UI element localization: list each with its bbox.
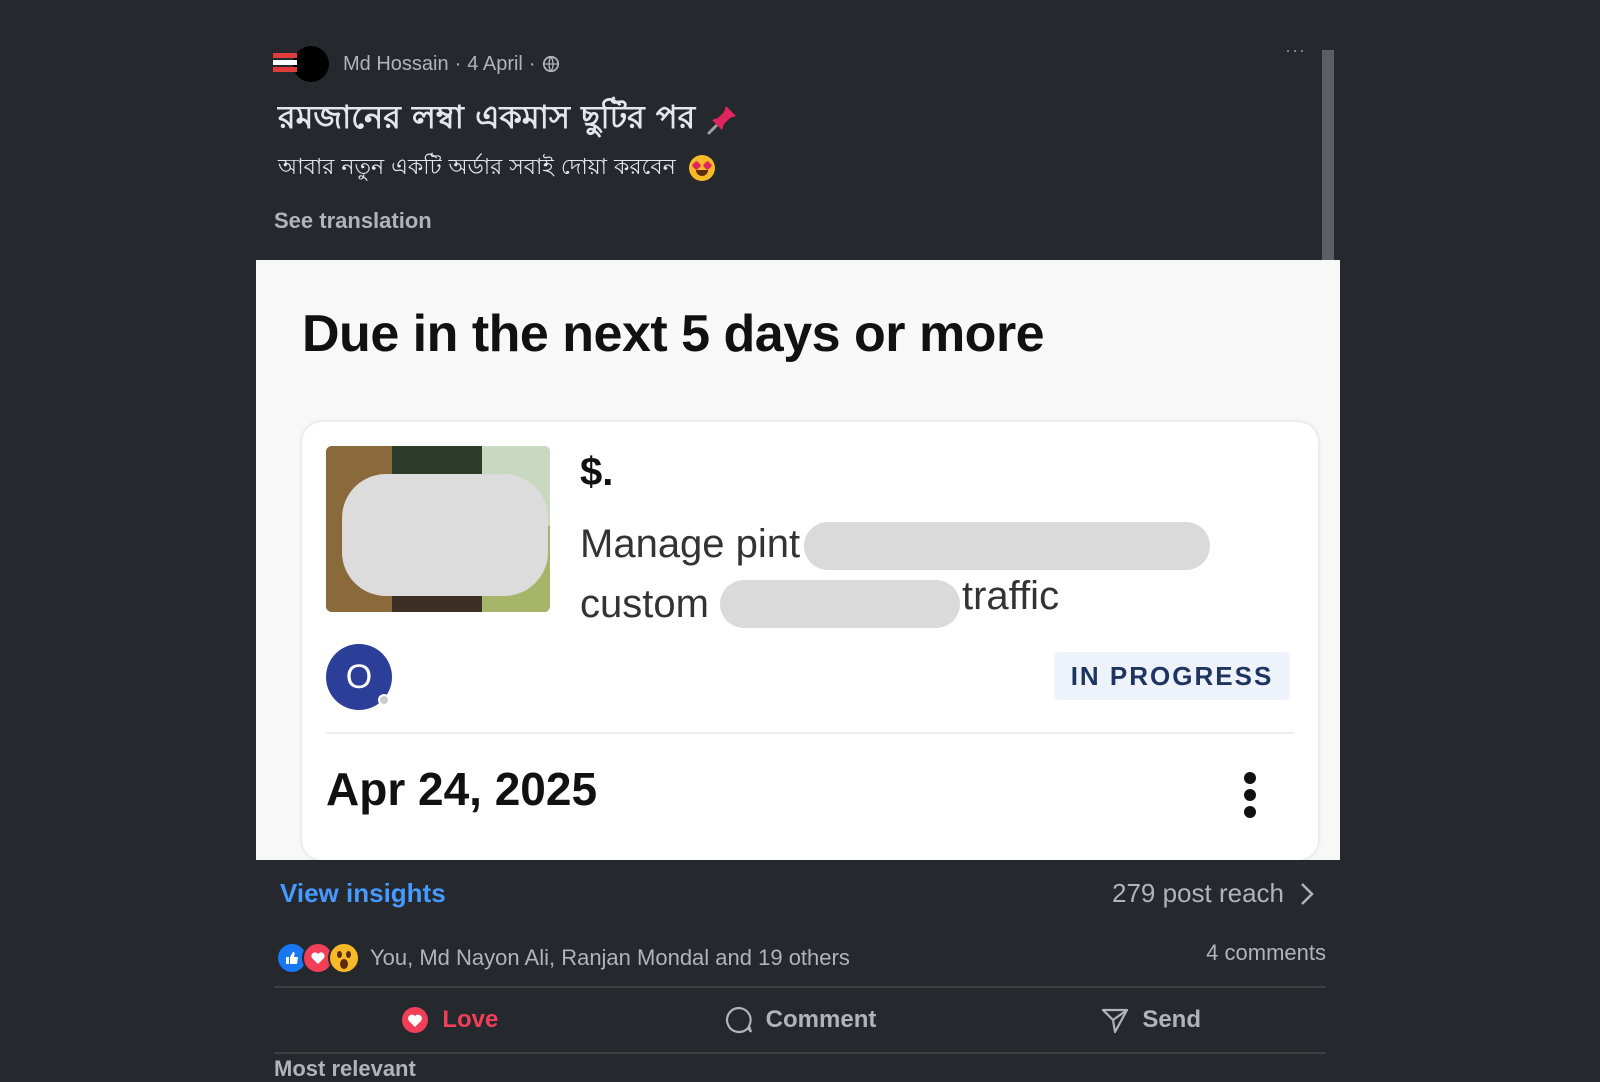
wow-reaction-icon	[328, 942, 360, 974]
order-card: $. Manage pint custom traffic O IN PROGR…	[302, 422, 1318, 860]
comment-label: Comment	[765, 1006, 877, 1033]
author-avatar[interactable]	[293, 46, 329, 82]
love-icon	[402, 1007, 429, 1033]
comment-button[interactable]: Comment	[625, 992, 976, 1048]
author-name[interactable]: Md Hossain	[343, 53, 449, 76]
redacted-text	[804, 522, 1210, 570]
post-title: রমজানের লম্বা একমাস ছুটির পর	[278, 92, 740, 146]
post-meta: Md Hossain · 4 April ·	[343, 53, 560, 76]
see-translation-link[interactable]: See translation	[274, 208, 432, 234]
status-badge: IN PROGRESS	[1054, 652, 1290, 700]
post-subtitle-text: আবার নতুন একটি অর্ডার সবাই দোয়া করবেন	[278, 155, 676, 180]
most-relevant-filter[interactable]: Most relevant	[274, 1056, 416, 1082]
post-reach-text: 279 post reach	[1111, 878, 1284, 908]
divider	[274, 1052, 1326, 1054]
comment-icon	[725, 1006, 752, 1034]
action-bar: Love Comment Send	[274, 992, 1326, 1048]
pushpin-icon	[707, 106, 737, 135]
description-line2-end: traffic	[962, 574, 1060, 618]
star-struck-emoji-icon	[688, 155, 715, 181]
post-image[interactable]: Due in the next 5 days or more $. Manage…	[256, 260, 1340, 860]
scrollbar[interactable]	[1322, 50, 1334, 260]
chevron-right-icon	[1301, 882, 1314, 905]
page-logo[interactable]	[273, 51, 297, 77]
divider	[274, 986, 1326, 988]
post-date[interactable]: 4 April	[467, 53, 523, 76]
online-status-dot	[378, 694, 390, 706]
buyer-initial: O	[345, 657, 373, 696]
love-label: Love	[442, 1006, 499, 1033]
description-line1: Manage pint	[580, 522, 801, 566]
globe-icon	[542, 55, 559, 73]
due-date: Apr 24, 2025	[326, 763, 598, 815]
comments-count[interactable]: 4 comments	[1206, 940, 1326, 966]
view-insights-link[interactable]: View insights	[280, 878, 446, 909]
buyer-avatar: O	[326, 644, 392, 710]
gig-thumbnail	[326, 446, 550, 612]
send-button[interactable]: Send	[975, 992, 1326, 1048]
redacted-text	[720, 580, 960, 628]
post-title-text: রমজানের লম্বা একমাস ছুটির পর	[278, 98, 696, 136]
send-icon	[1102, 1008, 1129, 1034]
post-header: Md Hossain · 4 April ·	[273, 46, 560, 82]
send-label: Send	[1142, 1006, 1202, 1033]
post-reach[interactable]: 279 post reach	[1112, 878, 1314, 909]
post-subtitle: আবার নতুন একটি অর্ডার সবাই দোয়া করবেন	[278, 150, 715, 187]
meta-separator: ·	[528, 52, 536, 75]
facebook-post: Md Hossain · 4 April · ··· রমজানের লম্বা…	[0, 0, 1600, 1081]
reactions-summary[interactable]: You, Md Nayon Ali, Ranjan Mondal and 19 …	[276, 942, 850, 974]
order-price: $.	[580, 450, 614, 494]
kebab-menu-icon	[1244, 772, 1258, 822]
more-options-icon[interactable]: ···	[1285, 40, 1306, 61]
reactors-text: You, Md Nayon Ali, Ranjan Mondal and 19 …	[370, 945, 850, 970]
meta-separator: ·	[454, 52, 462, 75]
love-button[interactable]: Love	[274, 992, 625, 1048]
card-divider	[326, 732, 1294, 734]
image-heading: Due in the next 5 days or more	[302, 305, 1045, 363]
